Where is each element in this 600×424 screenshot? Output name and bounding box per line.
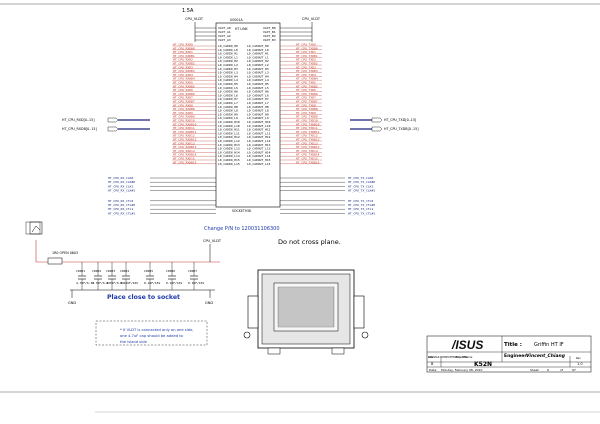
rev-label: Rev bbox=[576, 356, 581, 360]
capacitor: C0005 0.1UF/16V bbox=[144, 262, 160, 290]
tx-clk-net: HT_CPU_TX_CLK#1 bbox=[280, 189, 375, 193]
schematic-sheet: 1.5A CPU_VLDT CPU_VLDT U0001A HT LINK SO… bbox=[0, 3, 600, 413]
sheet-label: Sheet bbox=[530, 368, 539, 372]
svg-text:HT_CPU_RXDB[0..15]: HT_CPU_RXDB[0..15] bbox=[62, 127, 97, 131]
svg-text:0.1UF/16V: 0.1UF/16V bbox=[188, 281, 204, 285]
bead-icon bbox=[29, 221, 43, 235]
svg-text:HT_CPU_RX_CLK#1: HT_CPU_RX_CLK#1 bbox=[108, 189, 135, 193]
vldt-note-line-2: one 4.7uF cap should be added to bbox=[120, 334, 184, 338]
rx-clk-net: HT_CPU_RX_CTL#1 bbox=[108, 211, 216, 215]
rev-value: 1.0 bbox=[577, 362, 583, 366]
place-close-note: Place close to socket bbox=[107, 294, 180, 301]
sheet-value: 6 bbox=[547, 368, 549, 372]
capacitor: C0007 0.1UF/16V bbox=[188, 262, 204, 290]
cpu-vldt-cap-label: CPU_VLDT bbox=[203, 239, 222, 243]
engineer-label: Engineer: bbox=[504, 353, 529, 359]
gnd-label-left: GND bbox=[68, 301, 76, 305]
vldt-note-line-1: * If VLDT is connected only on one side, bbox=[120, 328, 194, 332]
socket-footprint-icon bbox=[243, 269, 369, 355]
capacitor: C0004 0.22UF/10V bbox=[120, 262, 138, 290]
current-label: 1.5A bbox=[182, 8, 194, 14]
of-value: 97 bbox=[572, 368, 576, 372]
svg-text:HT_CPU_RX_CTL#1: HT_CPU_RX_CTL#1 bbox=[108, 211, 135, 215]
cpu-vldt-right-label: CPU_VLDT bbox=[302, 17, 321, 21]
tx-clk-net: HT_CPU_TX_CTL#1 bbox=[280, 211, 375, 215]
date-label: Date: bbox=[429, 368, 437, 372]
svg-text:0.22UF/10V: 0.22UF/10V bbox=[120, 281, 138, 285]
svg-text:HT_CPU_TXDB15: HT_CPU_TXDB15 bbox=[296, 160, 320, 164]
svg-text:0.1UF/16V: 0.1UF/16V bbox=[166, 281, 182, 285]
svg-text:C0006: C0006 bbox=[166, 269, 175, 273]
svg-text:C0003: C0003 bbox=[106, 269, 115, 273]
svg-text:C0002: C0002 bbox=[92, 269, 101, 273]
vldt-pin-label: VLDT_A3 bbox=[218, 38, 231, 42]
vldt-note-box bbox=[95, 320, 208, 346]
size-label: Size bbox=[428, 355, 434, 359]
svg-text:HT_CPU_TX_CLK#1: HT_CPU_TX_CLK#1 bbox=[348, 189, 375, 193]
rx-clk-net: HT_CPU_RX_CLK#1 bbox=[108, 189, 216, 193]
svg-text:HT_CPU_TXD[0..15]: HT_CPU_TXD[0..15] bbox=[384, 118, 416, 122]
svg-text:C0005: C0005 bbox=[144, 269, 153, 273]
change-note: Change P/N to 120031106300 bbox=[204, 226, 280, 232]
svg-text:0.1UF/16V: 0.1UF/16V bbox=[144, 281, 160, 285]
tx-bus-connector: HT_CPU_TXD[0..15] bbox=[350, 117, 416, 123]
project-label: Project Name bbox=[455, 355, 473, 359]
svg-text:L0_CADOUT_L15: L0_CADOUT_L15 bbox=[247, 162, 271, 166]
vldt-note-line-3: the island side bbox=[120, 340, 148, 344]
ic-ref: U0001A bbox=[230, 18, 243, 22]
rx-bus-connector: HT_CPU_RXD[0..15] bbox=[62, 117, 150, 123]
tx-pin: HT_CPU_TXDB15 L0_CADOUT_L15 bbox=[247, 160, 322, 166]
not-cross-plane-note: Do not cross plane. bbox=[278, 238, 341, 246]
tx-bus-connector: HT_CPU_TXDB[0..15] bbox=[350, 126, 419, 132]
capacitor: C00034.7UF/6.3V bbox=[106, 262, 124, 290]
svg-text:HT_CPU_RXDB15: HT_CPU_RXDB15 bbox=[173, 160, 197, 164]
svg-text:HT_CPU_TXDB[0..15]: HT_CPU_TXDB[0..15] bbox=[384, 127, 419, 131]
bead-label: 1R0 OPEN 0603 bbox=[52, 251, 78, 255]
rx-pin: HT_CPU_RXDB15 L0_CADIN_L15 bbox=[172, 160, 240, 166]
svg-text:C0001: C0001 bbox=[76, 269, 85, 273]
project-value: K52N bbox=[474, 361, 492, 368]
vldt-pin-label: VLDT_B3 bbox=[263, 38, 276, 42]
engineer-value: Vincent_Chiang bbox=[526, 353, 566, 359]
capacitor: C0006 0.1UF/16V bbox=[166, 262, 182, 290]
svg-text:C0004: C0004 bbox=[120, 269, 129, 273]
cpu-vldt-left-label: CPU_VLDT bbox=[185, 17, 204, 21]
ic-part-number: SOCKET938 bbox=[232, 209, 251, 213]
rx-bus-connector: HT_CPU_RXDB[0..15] bbox=[62, 126, 150, 132]
svg-text:C0007: C0007 bbox=[188, 269, 197, 273]
svg-text:HT_CPU_TX_CTL#1: HT_CPU_TX_CTL#1 bbox=[348, 211, 375, 215]
capacitor: C00024.7UF/6.3V bbox=[92, 262, 110, 290]
title-value: Griffin HT IF bbox=[534, 342, 564, 348]
gnd-label-right: GND bbox=[205, 301, 213, 305]
capacitor: C00014.7UF/6.3V bbox=[76, 262, 94, 290]
svg-text:L0_CADIN_L15: L0_CADIN_L15 bbox=[218, 162, 240, 166]
title-label: Title : bbox=[504, 342, 522, 348]
date-value: Monday, February 08, 2010 bbox=[441, 368, 482, 372]
brand-logo: /ISUS bbox=[451, 338, 483, 352]
ic-title: HT LINK bbox=[235, 27, 248, 31]
svg-text:HT_CPU_RXD[0..15]: HT_CPU_RXD[0..15] bbox=[62, 118, 95, 122]
